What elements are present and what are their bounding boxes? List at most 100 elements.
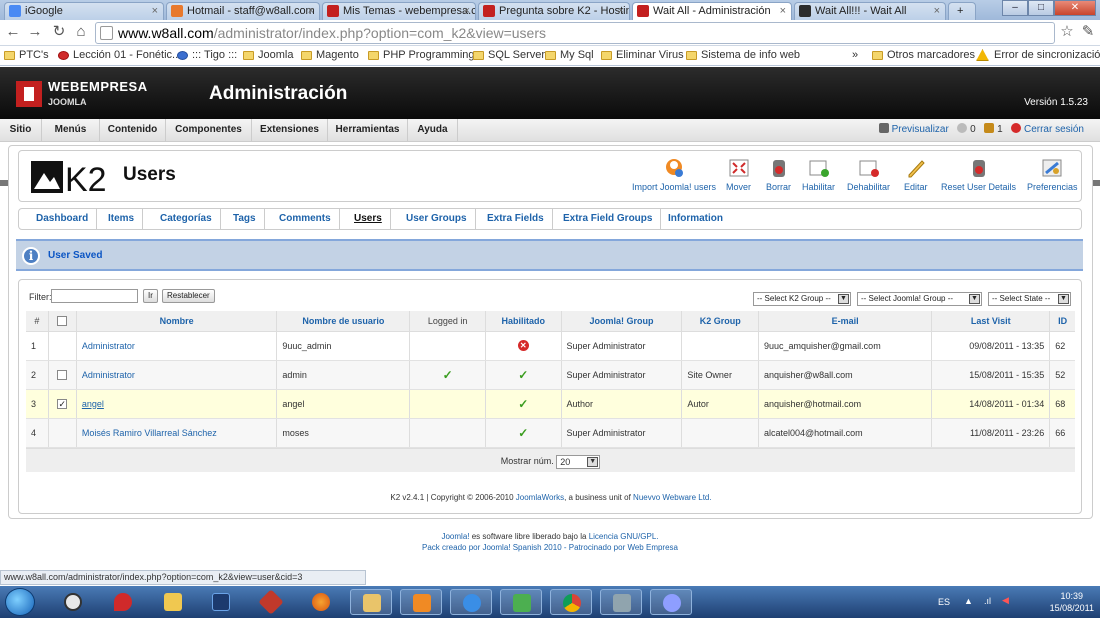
tab-information[interactable]: Information — [660, 209, 731, 229]
address-bar[interactable]: www.w8all.com/administrator/index.php?op… — [95, 22, 1055, 44]
forward-icon[interactable]: → — [26, 23, 44, 41]
taskbar-app[interactable] — [250, 589, 292, 615]
reload-icon[interactable]: ↻ — [50, 23, 68, 41]
user-name-link[interactable]: Administrator — [82, 370, 135, 380]
disable-button[interactable]: Dehabilitar — [847, 157, 890, 192]
enabled-check-icon[interactable]: ✓ — [518, 397, 528, 411]
maximize-icon[interactable]: □ — [1028, 0, 1054, 16]
menu-extensiones[interactable]: Extensiones — [252, 119, 328, 141]
user-name-link[interactable]: Moisés Ramiro Villarreal Sánchez — [82, 428, 217, 438]
move-button[interactable]: Mover — [726, 157, 751, 192]
browser-tab[interactable]: Wait All!!! - Wait All × — [794, 2, 946, 20]
license-link[interactable]: Licencia GNU/GPL. — [589, 532, 659, 541]
tab-items[interactable]: Items — [100, 209, 144, 229]
reset-user-details-button[interactable]: Reset User Details — [941, 157, 1016, 192]
other-bookmarks[interactable]: Otros marcadores — [872, 46, 975, 65]
taskbar-clock-app[interactable] — [52, 589, 94, 615]
close-tab-icon[interactable]: × — [934, 3, 940, 19]
close-tab-icon[interactable]: × — [618, 3, 624, 19]
taskbar-chrome[interactable] — [550, 589, 592, 615]
wrench-icon[interactable]: ✎ — [1079, 23, 1097, 41]
signal-icon[interactable]: .ıl — [984, 596, 991, 606]
row-checkbox[interactable] — [57, 369, 68, 380]
messages-count[interactable]: 0 — [970, 124, 976, 135]
joomlaworks-link[interactable]: JoomlaWorks — [516, 493, 564, 502]
bookmark-folder[interactable]: Magento — [301, 46, 359, 65]
tab-categorias[interactable]: Categorías — [152, 209, 221, 229]
joomla-link[interactable]: Joomla! — [441, 532, 469, 541]
tab-user-groups[interactable]: User Groups — [398, 209, 476, 229]
import-users-button[interactable]: Import Joomla! users — [632, 157, 716, 192]
browser-tab-active[interactable]: Wait All - Administración × — [632, 2, 792, 20]
star-icon[interactable]: ☆ — [1058, 23, 1076, 41]
preferences-button[interactable]: Preferencias — [1027, 157, 1078, 192]
col-email[interactable]: E-mail — [758, 311, 933, 332]
browser-tab[interactable]: Hotmail - staff@w8all.com × — [166, 2, 320, 20]
taskbar-drive[interactable] — [600, 589, 642, 615]
user-name-link[interactable]: angel — [82, 399, 104, 409]
close-tab-icon[interactable]: × — [308, 3, 314, 19]
close-tab-icon[interactable]: × — [152, 3, 158, 19]
taskbar-photoshop[interactable] — [200, 589, 242, 615]
browser-tab[interactable]: Mis Temas - webempresa.co × — [322, 2, 476, 20]
user-name-link[interactable]: Administrator — [82, 341, 135, 351]
enabled-check-icon[interactable]: ✓ — [518, 368, 528, 382]
bookmark[interactable]: ::: Tigo ::: — [177, 46, 237, 65]
minimize-icon[interactable]: ‒ — [1002, 0, 1028, 16]
bookmark[interactable]: PTC's — [4, 46, 49, 65]
tab-extra-fields[interactable]: Extra Fields — [479, 209, 553, 229]
close-tab-icon[interactable]: × — [464, 3, 470, 19]
col-joomla-group[interactable]: Joomla! Group — [561, 311, 683, 332]
tab-dashboard[interactable]: Dashboard — [28, 209, 98, 229]
reset-button[interactable]: Restablecer — [162, 289, 215, 303]
col-last-visit[interactable]: Last Visit — [931, 311, 1051, 332]
home-icon[interactable]: ⌂ — [72, 23, 90, 41]
enabled-check-icon[interactable]: ✓ — [518, 426, 528, 440]
bookmark-folder[interactable]: PHP Programming — [368, 46, 475, 65]
close-window-icon[interactable]: ✕ — [1054, 0, 1096, 16]
bookmark-folder[interactable]: SQL Server — [473, 46, 545, 65]
taskbar-pin-app[interactable] — [102, 589, 144, 615]
menu-sitio[interactable]: Sitio — [0, 119, 42, 141]
disabled-icon[interactable]: ✕ — [517, 340, 529, 351]
state-select[interactable]: -- Select State -- ▼ — [988, 292, 1071, 306]
page-size-select[interactable]: 20 ▼ — [556, 454, 601, 469]
joomla-group-select[interactable]: -- Select Joomla! Group -- ▼ — [857, 292, 982, 306]
tray-arrow-icon[interactable]: ▲ — [964, 596, 973, 606]
browser-tab[interactable]: Pregunta sobre K2 - Hosting × — [478, 2, 630, 20]
language-indicator[interactable]: ES — [938, 597, 950, 607]
taskbar-media[interactable] — [400, 589, 442, 615]
col-nombre[interactable]: Nombre — [76, 311, 278, 332]
bookmarks-more[interactable]: » — [852, 46, 858, 65]
col-enabled[interactable]: Habilitado — [485, 311, 562, 332]
col-k2-group[interactable]: K2 Group — [681, 311, 759, 332]
delete-button[interactable]: Borrar — [766, 157, 791, 192]
col-username[interactable]: Nombre de usuario — [276, 311, 411, 332]
menu-contenido[interactable]: Contenido — [100, 119, 166, 141]
back-icon[interactable]: ← — [4, 23, 22, 41]
bookmark-folder[interactable]: Joomla — [243, 46, 293, 65]
volume-icon[interactable]: ◀ — [1002, 595, 1009, 606]
taskbar-folder-app[interactable] — [152, 589, 194, 615]
go-button[interactable]: Ir — [143, 289, 158, 303]
tab-tags[interactable]: Tags — [225, 209, 265, 229]
bookmark-folder[interactable]: My Sql — [545, 46, 594, 65]
preview-link[interactable]: Previsualizar — [892, 124, 949, 135]
close-tab-icon[interactable]: × — [780, 3, 786, 19]
users-count[interactable]: 1 — [997, 124, 1003, 135]
taskbar-explorer[interactable] — [350, 589, 392, 615]
menu-ayuda[interactable]: Ayuda — [408, 119, 458, 141]
logout-link[interactable]: Cerrar sesión — [1024, 124, 1084, 135]
nuevvo-link[interactable]: Nuevvo Webware Ltd. — [633, 493, 712, 502]
taskbar-paint[interactable] — [650, 589, 692, 615]
tab-extra-field-groups[interactable]: Extra Field Groups — [555, 209, 662, 229]
bookmark-folder[interactable]: Sistema de info web — [686, 46, 800, 65]
start-button[interactable] — [5, 588, 35, 616]
taskbar-firefox[interactable] — [300, 589, 342, 615]
taskbar-ie[interactable] — [450, 589, 492, 615]
sync-error[interactable]: Error de sincronización — [976, 46, 1100, 65]
row-checkbox-checked[interactable]: ✓ — [57, 398, 68, 409]
filter-input[interactable] — [51, 289, 138, 303]
bookmark-folder[interactable]: Eliminar Virus — [601, 46, 684, 65]
edit-button[interactable]: Editar — [904, 157, 928, 192]
